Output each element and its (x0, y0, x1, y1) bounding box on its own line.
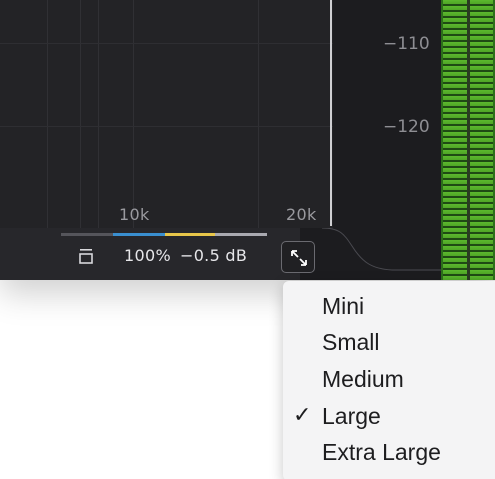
segment-gray-right (215, 233, 267, 236)
grid-line (258, 0, 259, 228)
eq-plugin-window: 10k 20k −110 −120 100% −0.5 dB (0, 0, 495, 280)
resize-button[interactable] (281, 241, 315, 273)
menu-item-medium[interactable]: Medium (283, 361, 495, 397)
grid-line (80, 0, 81, 228)
menu-item-label: Large (322, 403, 381, 429)
meter-channel-right (469, 0, 493, 280)
db-label-minus-120: −120 (383, 117, 430, 137)
expand-arrows-icon (291, 250, 307, 266)
screenshot-stage: 10k 20k −110 −120 100% −0.5 dB Mini Smal… (0, 0, 495, 479)
db-label-minus-110: −110 (383, 34, 430, 54)
size-menu: Mini Small Medium ✓ Large Extra Large (283, 281, 495, 479)
grid-line (133, 0, 134, 228)
meter-channel-left (443, 0, 467, 280)
toolbar-corner (300, 228, 441, 280)
gain-readout[interactable]: −0.5 dB (180, 246, 247, 265)
collapse-icon[interactable] (78, 246, 94, 266)
menu-item-label: Medium (322, 366, 404, 392)
eq-graph[interactable] (0, 0, 333, 228)
segment-gray-left (61, 233, 113, 236)
grid-line (98, 0, 99, 228)
grid-line (47, 0, 48, 228)
eq-curve-line (330, 0, 332, 226)
meter-divider (467, 0, 470, 280)
zoom-readout[interactable]: 100% (124, 246, 171, 265)
menu-item-label: Extra Large (322, 439, 441, 465)
freq-label-10k: 10k (119, 205, 150, 224)
grid-line (0, 43, 333, 44)
menu-item-mini[interactable]: Mini (283, 288, 495, 324)
freq-label-20k: 20k (286, 205, 317, 224)
menu-item-extra-large[interactable]: Extra Large (283, 434, 495, 470)
menu-item-label: Mini (322, 293, 365, 319)
menu-item-small[interactable]: Small (283, 324, 495, 360)
segment-blue (113, 233, 165, 236)
checkmark-icon: ✓ (293, 403, 312, 428)
menu-item-label: Small (322, 329, 380, 355)
segment-yellow (165, 233, 215, 236)
menu-item-large[interactable]: ✓ Large (283, 398, 495, 434)
grid-line (0, 126, 333, 127)
